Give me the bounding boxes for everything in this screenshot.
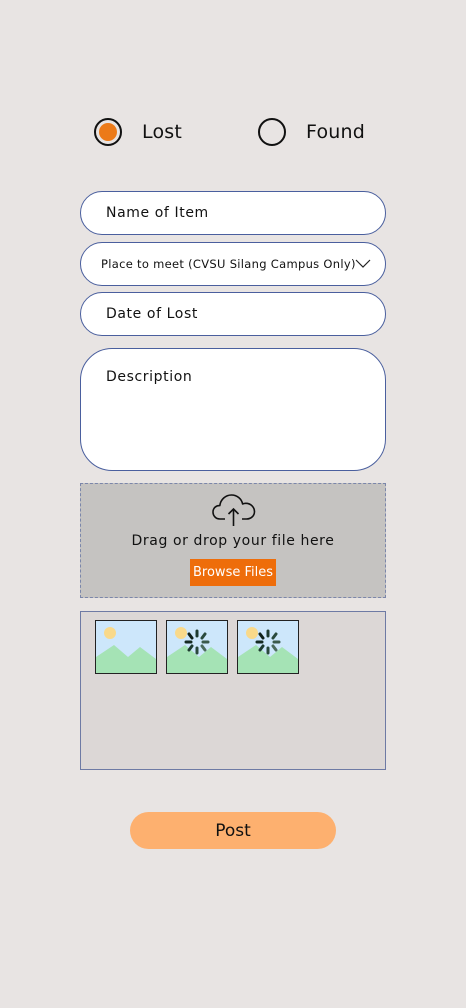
radio-found-label: Found xyxy=(306,121,366,143)
image-placeholder-icon xyxy=(238,621,298,673)
image-thumbnail-loading[interactable] xyxy=(237,620,299,674)
radio-lost[interactable]: Lost xyxy=(94,118,182,146)
date-lost-input[interactable]: Date of Lost xyxy=(80,292,386,336)
drop-instructions: Drag or drop your file here xyxy=(131,533,335,549)
meeting-place-dropdown[interactable]: Place to meet (CVSU Silang Campus Only) xyxy=(80,242,386,286)
item-type-radio-group: Lost Found xyxy=(0,116,466,152)
radio-circle-selected[interactable] xyxy=(94,118,122,146)
uploaded-images-gallery xyxy=(80,611,386,770)
radio-found[interactable]: Found xyxy=(258,118,365,146)
meeting-place-placeholder: Place to meet (CVSU Silang Campus Only) xyxy=(101,257,356,271)
chevron-down-icon xyxy=(355,259,371,268)
image-placeholder-icon xyxy=(167,621,227,673)
browse-files-button[interactable]: Browse Files xyxy=(190,559,276,586)
image-thumbnail-loading[interactable] xyxy=(166,620,228,674)
radio-circle[interactable] xyxy=(258,118,286,146)
item-name-placeholder: Name of Item xyxy=(106,205,209,221)
image-thumbnail[interactable] xyxy=(95,620,157,674)
cloud-upload-icon xyxy=(212,494,256,526)
radio-lost-label: Lost xyxy=(142,121,183,143)
post-button[interactable]: Post xyxy=(130,812,336,849)
date-lost-placeholder: Date of Lost xyxy=(106,306,198,322)
file-drop-zone[interactable]: Drag or drop your file here Browse Files xyxy=(80,483,386,598)
item-name-input[interactable]: Name of Item xyxy=(80,191,386,235)
radio-dot xyxy=(99,123,117,141)
description-placeholder: Description xyxy=(106,369,193,385)
description-textarea[interactable]: Description xyxy=(80,348,386,471)
image-placeholder-icon xyxy=(96,621,156,673)
